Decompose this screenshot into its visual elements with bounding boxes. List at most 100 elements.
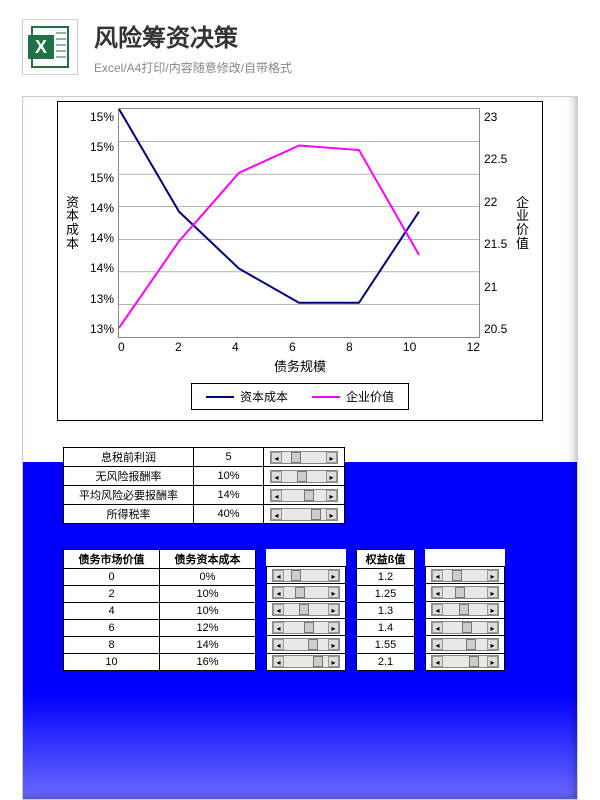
param-label: 所得税率: [64, 505, 194, 524]
page-title: 风险筹资决策: [94, 18, 292, 53]
chevron-left-icon[interactable]: ◂: [271, 490, 282, 501]
chevron-left-icon[interactable]: ◂: [273, 604, 284, 615]
excel-icon: X: [22, 19, 78, 75]
chevron-right-icon[interactable]: ▸: [328, 604, 339, 615]
cell: 4: [64, 603, 160, 620]
slider-control[interactable]: ◂▸: [270, 470, 338, 483]
slider-control[interactable]: ◂▸: [431, 655, 499, 668]
chevron-right-icon[interactable]: ▸: [326, 509, 337, 520]
x-axis-ticks: 024681012: [118, 338, 480, 354]
chevron-right-icon[interactable]: ▸: [487, 639, 498, 650]
cell: 8: [64, 637, 160, 654]
y-axis-left-ticks: 15%15%15%14%14%14%13%13%: [84, 108, 118, 338]
cell: 1.55: [357, 637, 415, 654]
title-block: 风险筹资决策 Excel/A4打印/内容随意修改/自带格式: [94, 18, 292, 76]
chevron-left-icon[interactable]: ◂: [273, 570, 284, 581]
chevron-left-icon[interactable]: ◂: [432, 639, 443, 650]
slider-control[interactable]: ◂▸: [272, 621, 340, 634]
slider-control[interactable]: ◂▸: [272, 655, 340, 668]
equity-table: 权益ß值1.21.251.31.41.552.1: [356, 549, 415, 671]
chevron-right-icon[interactable]: ▸: [328, 622, 339, 633]
cell: 0%: [160, 569, 256, 586]
cell: 14%: [160, 637, 256, 654]
col-header: 债务市场价值: [64, 550, 160, 569]
cell: 16%: [160, 654, 256, 671]
chart-plot-area: [118, 108, 480, 338]
cell: 0: [64, 569, 160, 586]
page-header: X 风险筹资决策 Excel/A4打印/内容随意修改/自带格式: [0, 0, 600, 88]
legend-item-cost: 资本成本: [206, 388, 288, 405]
slider-control[interactable]: ◂▸: [270, 489, 338, 502]
slider-control[interactable]: ◂▸: [272, 638, 340, 651]
chevron-right-icon[interactable]: ▸: [328, 639, 339, 650]
data-tables: 债务市场价值债务资本成本00%210%410%612%814%1016% ◂▸◂…: [63, 549, 537, 671]
slider-control[interactable]: ◂▸: [272, 569, 340, 582]
chevron-right-icon[interactable]: ▸: [326, 452, 337, 463]
param-value: 10%: [194, 467, 264, 486]
preview-panel: 资本成本 15%15%15%14%14%14%13%13% 2322.52221…: [22, 96, 578, 800]
chevron-right-icon[interactable]: ▸: [326, 490, 337, 501]
cell: 2: [64, 586, 160, 603]
cell: 2.1: [357, 654, 415, 671]
svg-text:X: X: [35, 37, 47, 57]
cell: 6: [64, 620, 160, 637]
chevron-left-icon[interactable]: ◂: [271, 471, 282, 482]
param-label: 平均风险必要报酬率: [64, 486, 194, 505]
param-label: 无风险报酬率: [64, 467, 194, 486]
chevron-left-icon[interactable]: ◂: [432, 570, 443, 581]
cell: 10%: [160, 603, 256, 620]
y-axis-left-label: 资本成本: [66, 108, 84, 338]
chevron-right-icon[interactable]: ▸: [328, 656, 339, 667]
slider-control[interactable]: ◂▸: [272, 603, 340, 616]
debt-sliders-table: ◂▸◂▸◂▸◂▸◂▸◂▸: [266, 549, 346, 671]
chevron-left-icon[interactable]: ◂: [271, 452, 282, 463]
param-label: 息税前利润: [64, 448, 194, 467]
chevron-right-icon[interactable]: ▸: [326, 471, 337, 482]
cell: 10: [64, 654, 160, 671]
chevron-left-icon[interactable]: ◂: [432, 656, 443, 667]
chevron-right-icon[interactable]: ▸: [328, 587, 339, 598]
legend-item-value: 企业价值: [312, 388, 394, 405]
param-value: 5: [194, 448, 264, 467]
cell: 1.25: [357, 586, 415, 603]
page: X 风险筹资决策 Excel/A4打印/内容随意修改/自带格式 资本成本 15%…: [0, 0, 600, 800]
y-axis-right-ticks: 2322.52221.52120.5: [480, 108, 516, 338]
chevron-left-icon[interactable]: ◂: [273, 656, 284, 667]
cell: 1.2: [357, 569, 415, 586]
slider-control[interactable]: ◂▸: [270, 451, 338, 464]
chevron-left-icon[interactable]: ◂: [432, 622, 443, 633]
chevron-right-icon[interactable]: ▸: [487, 656, 498, 667]
slider-control[interactable]: ◂▸: [431, 621, 499, 634]
chevron-left-icon[interactable]: ◂: [273, 622, 284, 633]
slider-control[interactable]: ◂▸: [431, 638, 499, 651]
chevron-left-icon[interactable]: ◂: [273, 639, 284, 650]
chevron-right-icon[interactable]: ▸: [487, 570, 498, 581]
chevron-left-icon[interactable]: ◂: [432, 587, 443, 598]
chart-legend: 资本成本 企业价值: [191, 383, 409, 410]
slider-control[interactable]: ◂▸: [270, 508, 338, 521]
y-axis-right-label: 企业价值: [516, 108, 534, 338]
cell: 1.3: [357, 603, 415, 620]
cell: 10%: [160, 586, 256, 603]
param-value: 40%: [194, 505, 264, 524]
chevron-right-icon[interactable]: ▸: [487, 604, 498, 615]
cell: 12%: [160, 620, 256, 637]
slider-control[interactable]: ◂▸: [431, 586, 499, 599]
chevron-right-icon[interactable]: ▸: [328, 570, 339, 581]
chart-box: 资本成本 15%15%15%14%14%14%13%13% 2322.52221…: [57, 101, 543, 421]
chevron-left-icon[interactable]: ◂: [432, 604, 443, 615]
slider-control[interactable]: ◂▸: [431, 569, 499, 582]
equity-sliders-table: ◂▸◂▸◂▸◂▸◂▸◂▸: [425, 549, 505, 671]
col-header: 权益ß值: [357, 550, 415, 569]
x-axis-label: 债务规模: [66, 356, 534, 375]
cell: 1.4: [357, 620, 415, 637]
slider-control[interactable]: ◂▸: [272, 586, 340, 599]
param-value: 14%: [194, 486, 264, 505]
slider-control[interactable]: ◂▸: [431, 603, 499, 616]
params-table: 息税前利润5◂▸无风险报酬率10%◂▸平均风险必要报酬率14%◂▸所得税率40%…: [63, 447, 345, 524]
chevron-left-icon[interactable]: ◂: [271, 509, 282, 520]
chevron-left-icon[interactable]: ◂: [273, 587, 284, 598]
chevron-right-icon[interactable]: ▸: [487, 622, 498, 633]
page-subtitle: Excel/A4打印/内容随意修改/自带格式: [94, 59, 292, 76]
chevron-right-icon[interactable]: ▸: [487, 587, 498, 598]
